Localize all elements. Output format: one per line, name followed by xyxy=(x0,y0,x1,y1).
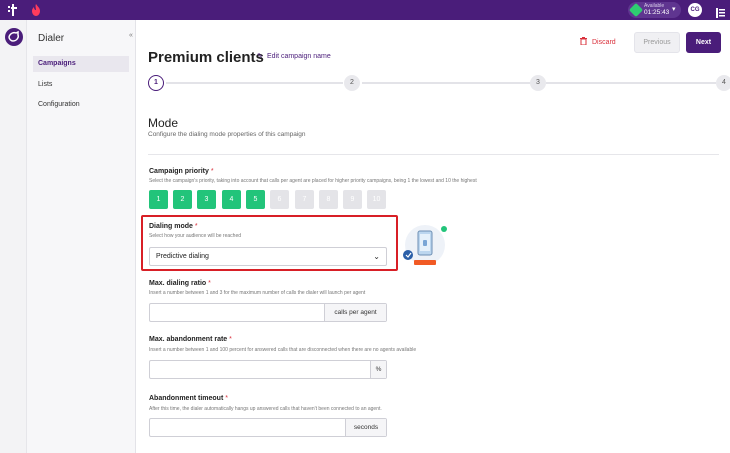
percent-suffix: % xyxy=(370,361,386,378)
sidebar-item-lists[interactable]: Lists xyxy=(33,77,129,93)
abandonment-timeout-field: seconds xyxy=(149,418,387,437)
calls-per-agent-suffix: calls per agent xyxy=(324,304,386,321)
required-marker: * xyxy=(208,280,211,287)
priority-option-6[interactable]: 6 xyxy=(270,190,289,209)
abandonment-rate-field: % xyxy=(149,360,387,379)
priority-label-text: Campaign priority xyxy=(149,168,209,175)
abandonment-rate-input[interactable] xyxy=(150,361,370,378)
section-description: Configure the dialing mode properties of… xyxy=(148,131,306,138)
flame-icon[interactable] xyxy=(30,3,42,17)
previous-button[interactable]: Previous xyxy=(634,32,680,53)
app-logo-icon[interactable] xyxy=(7,3,20,17)
pencil-icon: ✎ xyxy=(257,53,263,60)
edit-campaign-name-label: Edit campaign name xyxy=(266,53,331,60)
required-marker: * xyxy=(210,168,214,175)
top-bar: Available 01:25:43 ▾ CG xyxy=(0,0,730,20)
step-1[interactable]: 1 xyxy=(148,75,164,91)
dialing-ratio-help: Insert a number between 1 and 3 for the … xyxy=(149,290,366,296)
abandonment-rate-label-text: Max. abandonment rate xyxy=(149,336,228,343)
required-marker: * xyxy=(194,223,198,230)
divider xyxy=(148,154,719,155)
sidebar-item-campaigns[interactable]: Campaigns xyxy=(33,56,129,72)
step-3[interactable]: 3 xyxy=(530,75,546,91)
priority-option-2[interactable]: 2 xyxy=(173,190,192,209)
menu-icon[interactable] xyxy=(716,5,725,18)
agent-status-selector[interactable]: Available 01:25:43 ▾ xyxy=(628,2,681,18)
dialing-mode-label: Dialing mode * xyxy=(149,223,198,230)
required-marker: * xyxy=(229,336,232,343)
priority-help: Select the campaign's priority, taking i… xyxy=(149,178,477,184)
dialing-ratio-field: calls per agent xyxy=(149,303,387,322)
main-content: Premium clients ✎ Edit campaign name Dis… xyxy=(137,20,730,453)
priority-option-1[interactable]: 1 xyxy=(149,190,168,209)
seconds-suffix: seconds xyxy=(345,419,386,436)
dialing-mode-help: Select how your audience will be reached xyxy=(149,233,241,239)
priority-option-7[interactable]: 7 xyxy=(295,190,314,209)
next-button[interactable]: Next xyxy=(686,32,721,53)
abandonment-timeout-help: After this time, the dialer automaticall… xyxy=(149,406,382,412)
abandonment-timeout-input[interactable] xyxy=(150,419,346,436)
required-marker: * xyxy=(225,395,228,402)
section-title: Mode xyxy=(148,116,179,130)
dialing-mode-label-text: Dialing mode xyxy=(149,223,193,230)
dialing-ratio-label: Max. dialing ratio * xyxy=(149,280,211,287)
step-4[interactable]: 4 xyxy=(716,75,730,91)
stepper-line xyxy=(546,82,716,84)
progress-stepper: 1 2 3 4 xyxy=(148,75,730,91)
abandonment-timeout-label-text: Abandonment timeout xyxy=(149,395,224,402)
priority-option-4[interactable]: 4 xyxy=(222,190,241,209)
discard-button[interactable]: Discard xyxy=(580,36,625,50)
dialing-ratio-input[interactable] xyxy=(150,304,325,321)
chevron-down-icon: ▾ xyxy=(672,6,676,13)
chevron-down-icon: ⌄ xyxy=(373,252,380,261)
sidebar-item-configuration[interactable]: Configuration xyxy=(33,97,129,113)
priority-option-8[interactable]: 8 xyxy=(319,190,338,209)
collapse-sidebar-icon[interactable]: « xyxy=(129,32,133,39)
stepper-line xyxy=(166,82,343,84)
priority-option-3[interactable]: 3 xyxy=(197,190,216,209)
status-timer: 01:25:43 xyxy=(644,9,670,16)
dialing-mode-value: Predictive dialing xyxy=(156,253,209,260)
sidebar-title: Dialer xyxy=(38,33,65,44)
priority-option-9[interactable]: 9 xyxy=(343,190,362,209)
priority-option-5[interactable]: 5 xyxy=(246,190,265,209)
app-rail xyxy=(0,20,27,453)
step-2[interactable]: 2 xyxy=(344,75,360,91)
sidebar: Dialer « Campaigns Lists Configuration xyxy=(27,20,136,453)
abandonment-rate-label: Max. abandonment rate * xyxy=(149,336,232,343)
abandonment-rate-help: Insert a number between 1 and 100 percen… xyxy=(149,347,417,353)
abandonment-timeout-label: Abandonment timeout * xyxy=(149,395,228,402)
priority-option-10[interactable]: 10 xyxy=(367,190,386,209)
edit-campaign-name-link[interactable]: ✎ Edit campaign name xyxy=(257,52,331,60)
user-avatar[interactable]: CG xyxy=(688,3,702,17)
dialing-mode-select[interactable]: Predictive dialing ⌄ xyxy=(149,247,387,266)
dialer-app-icon[interactable] xyxy=(5,28,23,46)
available-status-icon xyxy=(628,2,644,18)
dialing-ratio-label-text: Max. dialing ratio xyxy=(149,280,207,287)
phone-illustration xyxy=(401,223,449,271)
page-title: Premium clients xyxy=(148,49,264,66)
trash-icon xyxy=(580,37,592,46)
stepper-line xyxy=(362,82,531,84)
discard-label: Discard xyxy=(591,39,616,46)
priority-label: Campaign priority * xyxy=(149,168,214,175)
